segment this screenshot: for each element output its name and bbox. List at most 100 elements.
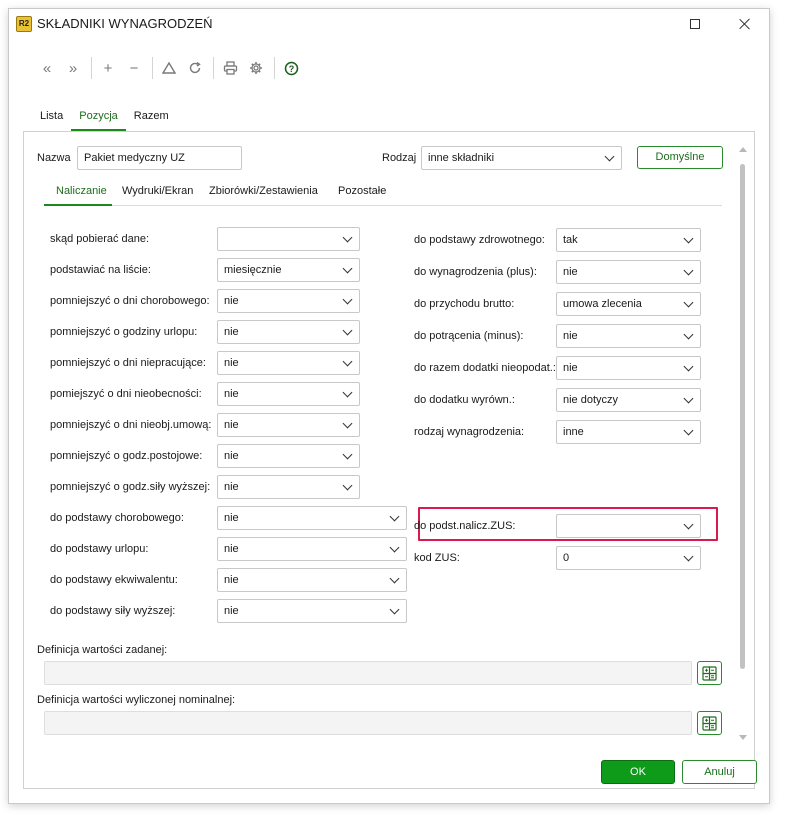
reduce-idle-hours-select[interactable]: nie: [217, 444, 360, 468]
subtab-wydruki-ekran[interactable]: Wydruki/Ekran: [120, 185, 195, 197]
reduce-sick-days-select[interactable]: nie: [217, 289, 360, 313]
select-value: nie: [224, 481, 239, 493]
chevron-down-icon: [342, 480, 353, 491]
help-button[interactable]: ?: [279, 56, 303, 80]
toolbar-separator: [274, 57, 275, 79]
field-label: pomniejszyć o dni chorobowego:: [50, 295, 210, 307]
subtabs: Naliczanie Wydruki/Ekran Zbiorówki/Zesta…: [44, 182, 722, 206]
first-record-button[interactable]: «: [35, 56, 59, 80]
chevron-down-icon: [342, 232, 353, 243]
scrollbar-thumb[interactable]: [740, 164, 745, 669]
chevron-down-icon: [342, 418, 353, 429]
chevron-down-icon: [342, 356, 353, 367]
force-majeure-base-select[interactable]: nie: [217, 599, 407, 623]
scroll-up-icon[interactable]: [739, 147, 747, 152]
chevron-down-icon: [604, 151, 615, 162]
tab-razem[interactable]: Razem: [126, 107, 177, 131]
select-value: nie: [563, 266, 578, 278]
select-value: umowa zlecenia: [563, 298, 642, 310]
subtab-zbiorowki-zestawienia[interactable]: Zbiorówki/Zestawienia: [207, 185, 320, 197]
chevron-down-icon: [683, 519, 694, 530]
computed-value-field[interactable]: [44, 711, 692, 735]
set-value-field[interactable]: [44, 661, 692, 685]
field-label: pomniejszyć o godz.postojowe:: [50, 450, 203, 462]
toolbar-separator: [91, 57, 92, 79]
sick-base-select[interactable]: nie: [217, 506, 407, 530]
remove-button[interactable]: −: [122, 56, 146, 80]
chevron-down-icon: [683, 425, 694, 436]
chevron-down-icon: [683, 265, 694, 276]
select-value: nie: [224, 512, 239, 524]
chevron-down-icon: [342, 449, 353, 460]
reduce-nonworking-days-select[interactable]: nie: [217, 351, 360, 375]
close-button[interactable]: [733, 13, 757, 35]
tab-lista[interactable]: Lista: [32, 107, 71, 131]
refresh-icon: [189, 61, 201, 74]
reduce-force-majeure-select[interactable]: nie: [217, 475, 360, 499]
reduce-absence-days-select[interactable]: nie: [217, 382, 360, 406]
maximize-button[interactable]: [683, 13, 707, 35]
chevron-down-icon: [683, 393, 694, 404]
subtab-pozostale[interactable]: Pozostałe: [336, 185, 388, 197]
set-value-calculator-button[interactable]: [697, 661, 722, 685]
settings-button[interactable]: [244, 56, 268, 80]
add-button[interactable]: +: [96, 56, 120, 80]
name-field[interactable]: Pakiet medyczny UZ: [77, 146, 242, 170]
reduce-leave-hours-select[interactable]: nie: [217, 320, 360, 344]
field-label: do przychodu brutto:: [414, 298, 515, 310]
window-title: SKŁADNIKI WYNAGRODZEŃ: [37, 16, 213, 31]
salary-plus-select[interactable]: nie: [556, 260, 701, 284]
active-subtab-indicator: [44, 204, 112, 206]
field-label: pomniejszyć o godziny urlopu:: [50, 326, 198, 338]
chevron-down-icon: [683, 551, 694, 562]
reduce-uncovered-days-select[interactable]: nie: [217, 413, 360, 437]
zus-code-select[interactable]: 0: [556, 546, 701, 570]
calculator-icon: [702, 665, 717, 681]
substitute-on-list-select[interactable]: miesięcznie: [217, 258, 360, 282]
equalization-allowance-select[interactable]: nie dotyczy: [556, 388, 701, 412]
deduction-minus-select[interactable]: nie: [556, 324, 701, 348]
ok-button[interactable]: OK: [601, 760, 675, 784]
title-bar: R2 SKŁADNIKI WYNAGRODZEŃ: [9, 9, 769, 39]
field-label: do podst.nalicz.ZUS:: [414, 520, 516, 532]
details-panel: Nazwa Pakiet medyczny UZ Rodzaj inne skł…: [23, 131, 757, 789]
chevron-down-icon: [389, 511, 400, 522]
field-label: pomniejszyć o dni nieobj.umową:: [50, 419, 212, 431]
default-button[interactable]: Domyślne: [637, 146, 723, 169]
cancel-button[interactable]: Anuluj: [682, 760, 757, 784]
tab-pozycja[interactable]: Pozycja: [71, 107, 126, 131]
zus-base-select[interactable]: [556, 514, 701, 538]
chevron-down-icon: [683, 329, 694, 340]
health-base-select[interactable]: tak: [556, 228, 701, 252]
app-icon: R2: [16, 16, 32, 32]
select-value: tak: [563, 234, 578, 246]
select-value: nie dotyczy: [563, 394, 619, 406]
toolbar-separator: [152, 57, 153, 79]
vertical-scrollbar[interactable]: [738, 142, 748, 742]
double-chevron-left-icon: «: [42, 59, 52, 77]
chevron-down-icon: [342, 263, 353, 274]
select-value: inne: [563, 426, 584, 438]
equivalent-base-select[interactable]: nie: [217, 568, 407, 592]
computed-value-label: Definicja wartości wyliczonej nominalnej…: [37, 694, 236, 706]
filter-button[interactable]: [157, 56, 181, 80]
type-select[interactable]: inne składniki: [421, 146, 622, 170]
last-record-button[interactable]: »: [61, 56, 85, 80]
subtab-naliczanie[interactable]: Naliczanie: [54, 185, 109, 197]
chevron-down-icon: [389, 542, 400, 553]
leave-base-select[interactable]: nie: [217, 537, 407, 561]
scroll-down-icon[interactable]: [739, 735, 747, 740]
triangle-icon: [162, 61, 176, 74]
print-button[interactable]: [218, 56, 242, 80]
computed-value-calculator-button[interactable]: [697, 711, 722, 735]
field-label: do wynagrodzenia (plus):: [414, 266, 537, 278]
minus-icon: −: [129, 59, 139, 77]
untaxed-allowances-select[interactable]: nie: [556, 356, 701, 380]
refresh-button[interactable]: [183, 56, 207, 80]
select-value: nie: [563, 362, 578, 374]
source-data-select[interactable]: [217, 227, 360, 251]
salary-type-select[interactable]: inne: [556, 420, 701, 444]
gross-income-select[interactable]: umowa zlecenia: [556, 292, 701, 316]
gear-icon: [250, 62, 262, 74]
chevron-down-icon: [683, 361, 694, 372]
